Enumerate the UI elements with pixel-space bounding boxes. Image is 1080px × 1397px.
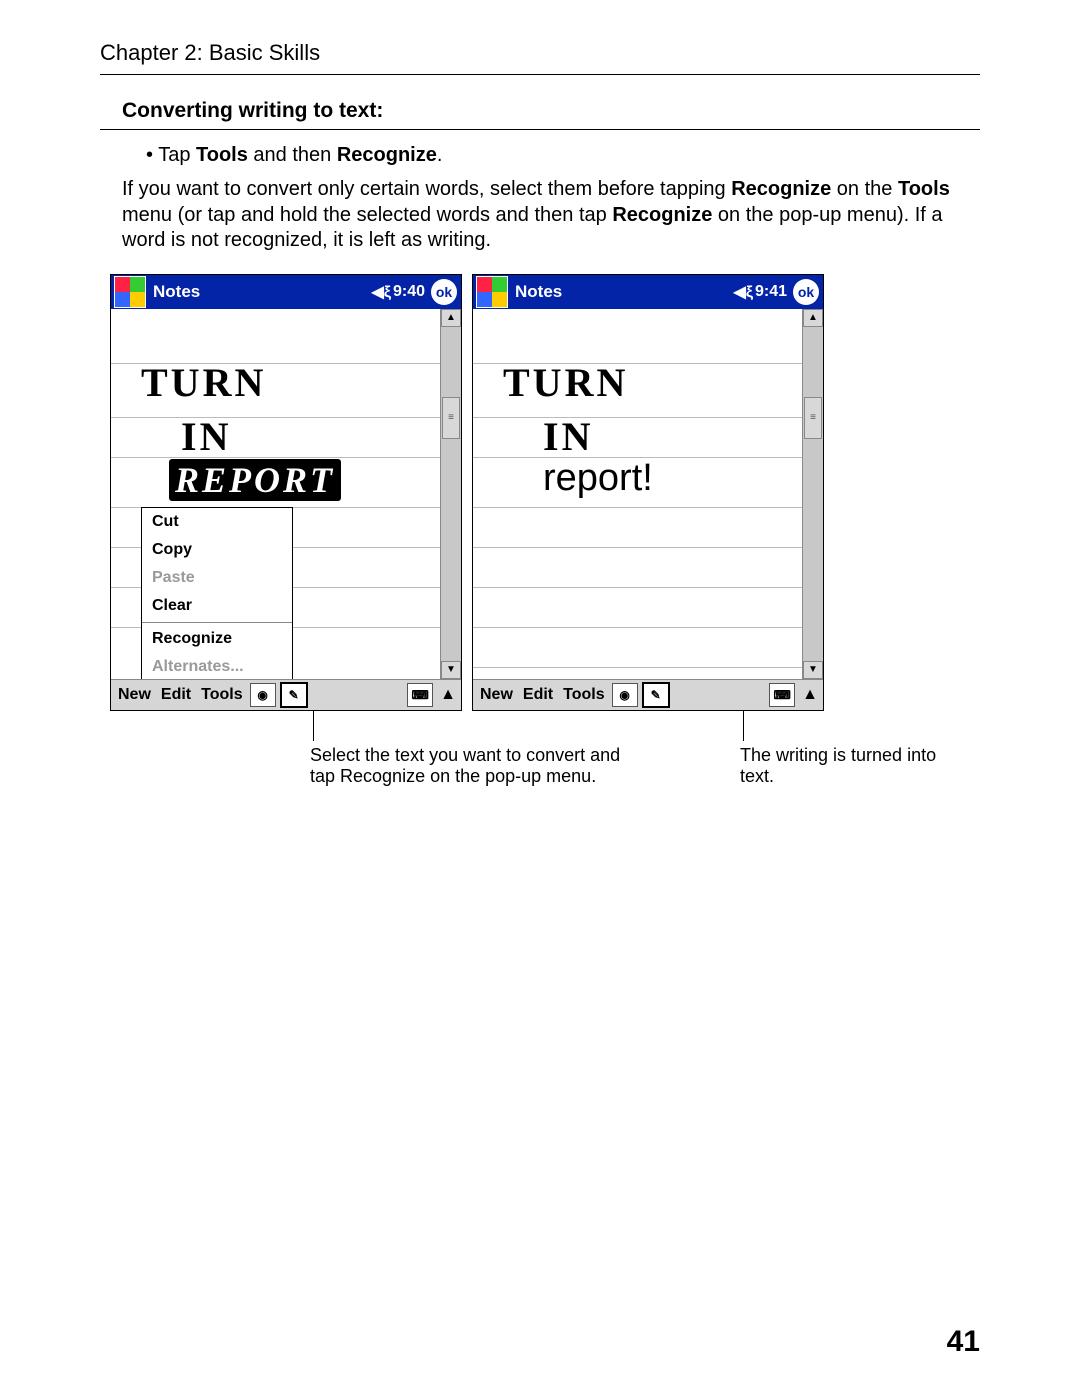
handwriting-line1: TURN bbox=[503, 359, 628, 406]
notes-canvas[interactable]: TURN IN REPORT Cut Copy Paste Clear Reco… bbox=[111, 309, 440, 679]
app-title: Notes bbox=[153, 282, 372, 302]
context-menu: Cut Copy Paste Clear Recognize Alternate… bbox=[141, 507, 293, 679]
text: menu (or tap and hold the selected words… bbox=[122, 204, 612, 226]
scroll-down-icon[interactable]: ▼ bbox=[803, 661, 823, 679]
callout-connector bbox=[313, 711, 314, 741]
menu-edit[interactable]: Edit bbox=[518, 686, 558, 704]
menu-clear[interactable]: Clear bbox=[142, 592, 292, 620]
text-bold: Recognize bbox=[731, 178, 831, 200]
record-icon[interactable]: ◉ bbox=[250, 683, 276, 707]
keyboard-icon[interactable]: ⌨ bbox=[407, 683, 433, 707]
text: . bbox=[437, 144, 443, 166]
start-flag-icon[interactable] bbox=[114, 276, 146, 308]
scroll-track[interactable]: ≡ bbox=[803, 327, 823, 661]
record-icon[interactable]: ◉ bbox=[612, 683, 638, 707]
text: on the bbox=[831, 178, 898, 200]
menu-tools[interactable]: Tools bbox=[196, 686, 247, 704]
callout-left: Select the text you want to convert and … bbox=[310, 741, 630, 787]
sip-up-icon[interactable]: ▲ bbox=[435, 686, 461, 704]
chapter-header: Chapter 2: Basic Skills bbox=[100, 40, 980, 75]
body-paragraph: If you want to convert only certain word… bbox=[100, 177, 980, 254]
notes-canvas[interactable]: TURN IN report! bbox=[473, 309, 802, 679]
menu-separator bbox=[142, 622, 292, 623]
speaker-icon[interactable]: ◀ξ bbox=[734, 282, 753, 302]
window-titlebar: Notes ◀ξ 9:41 ok bbox=[473, 275, 823, 309]
text: Tap bbox=[158, 144, 196, 166]
handwriting-line2: IN bbox=[543, 413, 593, 460]
scroll-track[interactable]: ≡ bbox=[441, 327, 461, 661]
clock-label: 9:40 bbox=[393, 283, 425, 301]
handwriting-line2: IN bbox=[181, 413, 231, 460]
text: If you want to convert only certain word… bbox=[122, 178, 731, 200]
handwriting-line1: TURN bbox=[141, 359, 266, 406]
menu-recognize[interactable]: Recognize bbox=[142, 625, 292, 653]
menu-alternates: Alternates... bbox=[142, 653, 292, 679]
command-bar: New Edit Tools ◉ ✎ ⌨ ▲ bbox=[111, 679, 461, 710]
scroll-thumb[interactable]: ≡ bbox=[442, 397, 460, 439]
vertical-scrollbar[interactable]: ▲ ≡ ▼ bbox=[802, 309, 823, 679]
menu-paste: Paste bbox=[142, 564, 292, 592]
scroll-down-icon[interactable]: ▼ bbox=[441, 661, 461, 679]
app-title: Notes bbox=[515, 282, 734, 302]
keyboard-icon[interactable]: ⌨ bbox=[769, 683, 795, 707]
instruction-bullet: Tap Tools and then Recognize. bbox=[100, 144, 980, 167]
menu-new[interactable]: New bbox=[475, 686, 518, 704]
callout-connector bbox=[743, 711, 744, 741]
section-title: Converting writing to text: bbox=[100, 99, 980, 130]
menu-cut[interactable]: Cut bbox=[142, 508, 292, 536]
sip-up-icon[interactable]: ▲ bbox=[797, 686, 823, 704]
pen-icon[interactable]: ✎ bbox=[642, 682, 670, 708]
ok-button[interactable]: ok bbox=[431, 279, 457, 305]
scroll-up-icon[interactable]: ▲ bbox=[803, 309, 823, 327]
menu-tools[interactable]: Tools bbox=[558, 686, 609, 704]
clock-label: 9:41 bbox=[755, 283, 787, 301]
menu-edit[interactable]: Edit bbox=[156, 686, 196, 704]
pen-icon[interactable]: ✎ bbox=[280, 682, 308, 708]
callout-right: The writing is turned into text. bbox=[740, 741, 970, 787]
screenshot-before: Notes ◀ξ 9:40 ok TURN IN REPORT bbox=[110, 274, 462, 711]
menu-copy[interactable]: Copy bbox=[142, 536, 292, 564]
vertical-scrollbar[interactable]: ▲ ≡ ▼ bbox=[440, 309, 461, 679]
text-bold: Recognize bbox=[612, 204, 712, 226]
text-bold: Tools bbox=[898, 178, 950, 200]
window-titlebar: Notes ◀ξ 9:40 ok bbox=[111, 275, 461, 309]
scroll-thumb[interactable]: ≡ bbox=[804, 397, 822, 439]
converted-text: report! bbox=[543, 457, 653, 500]
handwriting-selected[interactable]: REPORT bbox=[169, 459, 341, 501]
text: and then bbox=[248, 144, 337, 166]
ok-button[interactable]: ok bbox=[793, 279, 819, 305]
menu-new[interactable]: New bbox=[113, 686, 156, 704]
text-bold: Tools bbox=[196, 144, 248, 166]
start-flag-icon[interactable] bbox=[476, 276, 508, 308]
speaker-icon[interactable]: ◀ξ bbox=[372, 282, 391, 302]
command-bar: New Edit Tools ◉ ✎ ⌨ ▲ bbox=[473, 679, 823, 710]
screenshot-after: Notes ◀ξ 9:41 ok TURN IN report! bbox=[472, 274, 824, 711]
text-bold: Recognize bbox=[337, 144, 437, 166]
scroll-up-icon[interactable]: ▲ bbox=[441, 309, 461, 327]
page-number: 41 bbox=[947, 1325, 980, 1359]
